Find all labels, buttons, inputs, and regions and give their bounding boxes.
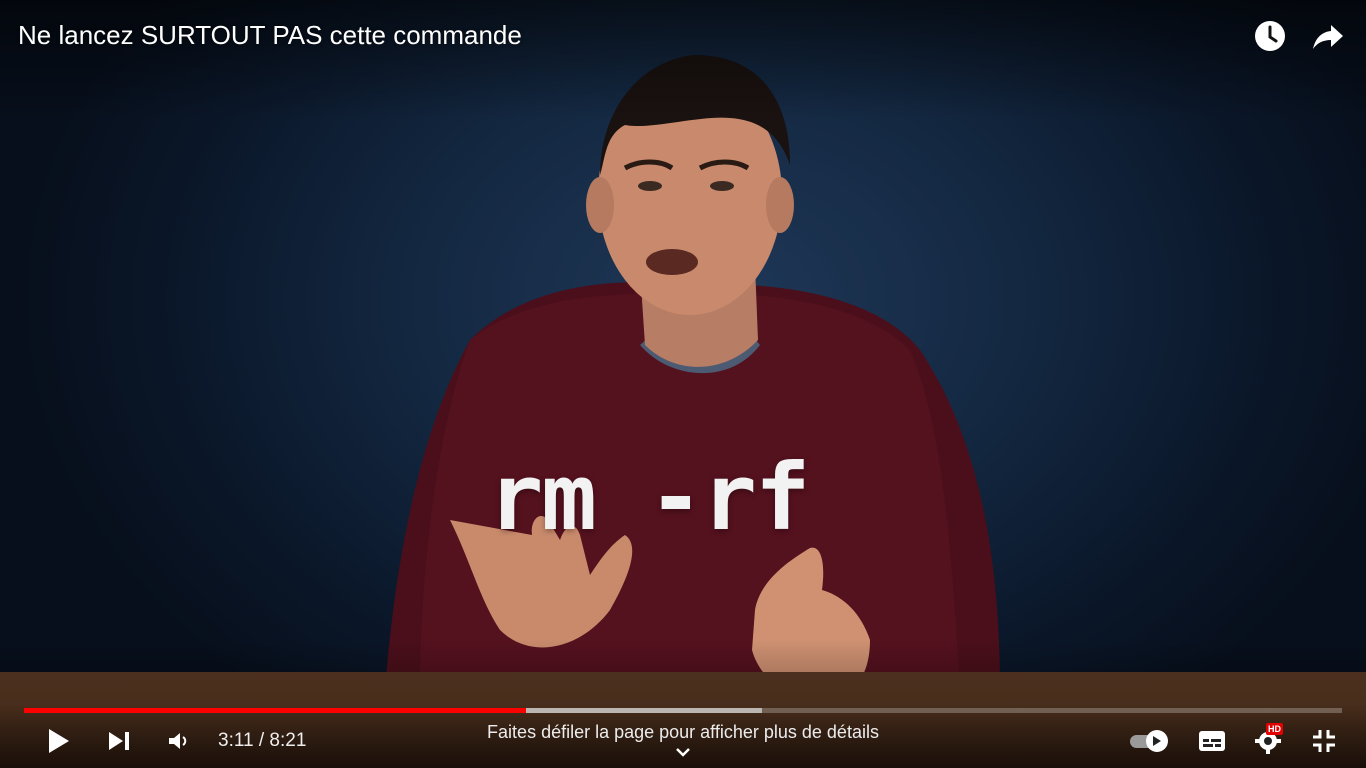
watch-later-icon: [1255, 21, 1285, 51]
video-overlay-text: rm -rf: [488, 444, 810, 551]
next-button[interactable]: [100, 722, 138, 760]
watch-later-button[interactable]: [1252, 18, 1288, 54]
volume-icon: [169, 733, 187, 749]
top-right-actions: [1252, 18, 1346, 54]
progress-bar[interactable]: [24, 708, 1342, 713]
subtitles-icon: [1199, 731, 1225, 751]
play-button[interactable]: [40, 722, 78, 760]
play-icon: [49, 729, 69, 753]
scroll-hint: Faites défiler la page pour afficher plu…: [487, 722, 879, 742]
exit-fullscreen-icon: [1313, 730, 1335, 752]
progress-played: [24, 708, 527, 713]
left-controls: 3:11 / 8:21: [40, 722, 306, 760]
top-gradient: [0, 0, 1366, 120]
share-icon: [1313, 25, 1343, 49]
autoplay-play-icon: [1153, 736, 1161, 746]
autoplay-knob: [1146, 730, 1168, 752]
chevron-down-icon[interactable]: [674, 745, 692, 764]
next-icon: [109, 732, 129, 750]
subtitles-button[interactable]: [1194, 723, 1230, 759]
mute-button[interactable]: [160, 722, 198, 760]
exit-fullscreen-button[interactable]: [1306, 723, 1342, 759]
video-title[interactable]: Ne lancez SURTOUT PAS cette commande: [18, 20, 522, 51]
share-button[interactable]: [1310, 18, 1346, 54]
settings-button[interactable]: HD: [1250, 723, 1286, 759]
hd-badge: HD: [1266, 723, 1283, 735]
right-controls: HD: [1128, 722, 1342, 760]
autoplay-toggle[interactable]: [1128, 729, 1174, 753]
time-display: 3:11 / 8:21: [218, 730, 307, 751]
